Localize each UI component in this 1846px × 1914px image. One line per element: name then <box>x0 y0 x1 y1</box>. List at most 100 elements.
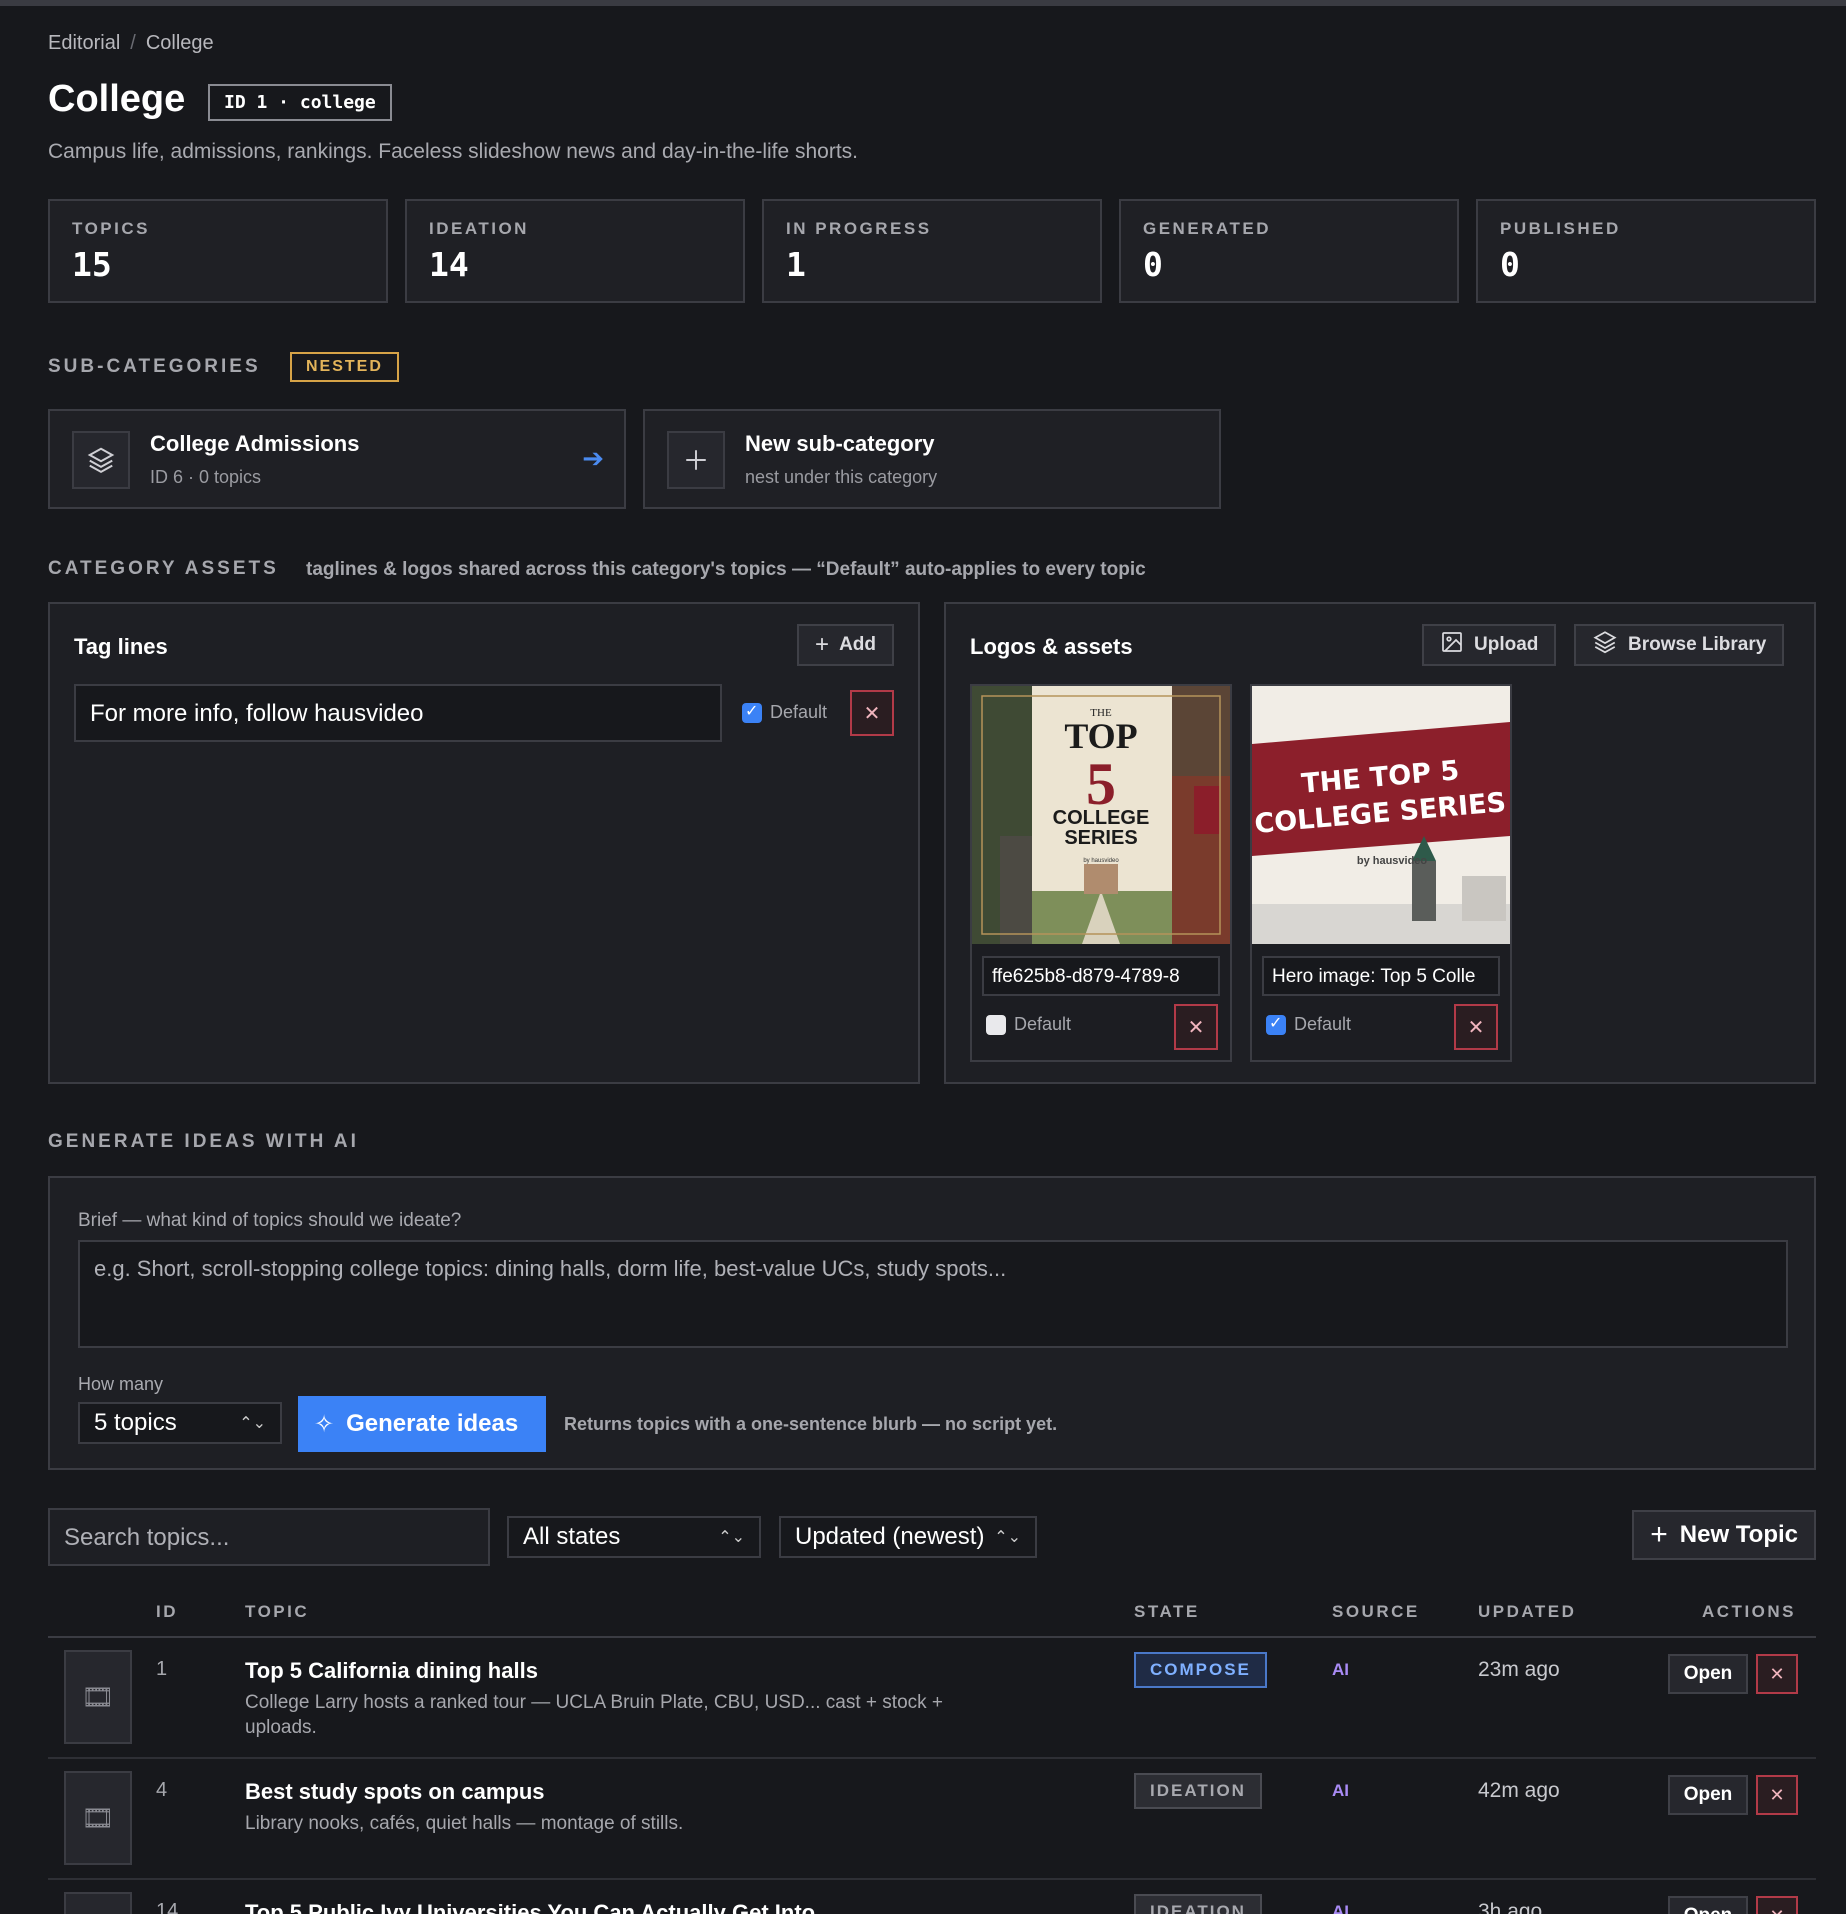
page-title: College <box>48 78 186 120</box>
nested-badge: NESTED <box>290 352 399 382</box>
search-input[interactable]: Search topics... <box>48 1508 490 1566</box>
checkbox-checked-icon[interactable] <box>742 701 762 723</box>
subcategory-subtitle: ID 6 · 0 topics <box>150 467 262 487</box>
new-topic-label: New Topic <box>1679 1521 1798 1548</box>
stat-label: IN PROGRESS <box>786 219 932 238</box>
upload-button[interactable]: Upload <box>1422 624 1557 666</box>
column-header-id[interactable]: ID <box>156 1602 178 1622</box>
logo-default-toggle[interactable]: Default <box>986 1014 1071 1035</box>
topic-title[interactable]: Top 5 California dining halls <box>245 1658 538 1684</box>
stat-topics: TOPICS 15 <box>48 199 388 303</box>
logo-thumbnail-hero-image[interactable]: THE TOP 5 COLLEGE SERIES by hausvideo <box>1252 686 1510 944</box>
how-many-value: 5 topics <box>94 1409 177 1436</box>
source-label: AI <box>1332 1660 1349 1679</box>
column-header-updated[interactable]: UPDATED <box>1478 1602 1576 1622</box>
arrow-right-icon: ➔ <box>582 443 604 473</box>
logo-thumbnail-top5-series[interactable]: THE TOP 5 COLLEGE SERIES by hausvideo <box>972 686 1230 944</box>
art-series: SERIES <box>1064 827 1137 849</box>
brief-textarea[interactable]: e.g. Short, scroll-stopping college topi… <box>78 1240 1788 1348</box>
tagline-default-toggle[interactable]: Default <box>742 701 827 723</box>
status-badge: IDEATION <box>1134 1894 1262 1914</box>
stats-row: TOPICS 15 IDEATION 14 IN PROGRESS 1 GENERAT… <box>48 199 1816 303</box>
open-button[interactable]: Open <box>1668 1775 1748 1815</box>
open-button[interactable]: Open <box>1668 1654 1748 1694</box>
table-row[interactable]: 🎞 14 Top 5 Public Ivy Universities You C… <box>48 1880 1816 1914</box>
chevron-up-down-icon: ⌃⌄ <box>718 1529 745 1546</box>
film-icon: 🎞 <box>64 1650 132 1744</box>
checkbox-unchecked-icon[interactable] <box>986 1014 1006 1035</box>
plus-icon: + <box>1650 1518 1668 1551</box>
source-label: AI <box>1332 1781 1349 1800</box>
generate-panel: Brief — what kind of topics should we id… <box>48 1176 1816 1470</box>
generate-ideas-button[interactable]: ✧ Generate ideas <box>298 1396 546 1452</box>
category-description: Campus life, admissions, rankings. Facel… <box>48 140 859 163</box>
generate-heading: GENERATE IDEAS WITH AI <box>48 1131 359 1152</box>
column-header-source[interactable]: SOURCE <box>1332 1602 1420 1622</box>
close-icon: ✕ <box>1187 1016 1205 1039</box>
stat-value: 14 <box>429 245 469 284</box>
default-label: Default <box>1014 1014 1072 1034</box>
subcategory-title: College Admissions <box>150 431 360 456</box>
close-icon: ✕ <box>863 702 881 725</box>
logo-caption-input[interactable]: ffe625b8-d879-4789-8 <box>982 956 1220 996</box>
open-button[interactable]: Open <box>1668 1896 1748 1914</box>
new-subcategory-card[interactable]: New sub-category nest under this categor… <box>643 409 1221 509</box>
delete-topic-button[interactable]: ✕ <box>1756 1775 1798 1815</box>
stat-in-progress: IN PROGRESS 1 <box>762 199 1102 303</box>
delete-topic-button[interactable]: ✕ <box>1756 1896 1798 1914</box>
delete-logo-button[interactable]: ✕ <box>1454 1004 1498 1050</box>
column-header-state[interactable]: STATE <box>1134 1602 1200 1622</box>
source-label: AI <box>1332 1902 1349 1914</box>
breadcrumb-item-editorial[interactable]: Editorial <box>48 32 120 54</box>
art-college: COLLEGE <box>1053 807 1150 829</box>
stat-label: PUBLISHED <box>1500 219 1621 238</box>
image-icon <box>1440 630 1464 660</box>
generate-ideas-label: Generate ideas <box>346 1410 519 1437</box>
state-filter-select[interactable]: All states ⌃⌄ <box>507 1516 761 1558</box>
updated-time: 42m ago <box>1478 1779 1560 1802</box>
status-badge: IDEATION <box>1134 1773 1262 1809</box>
logo-card: THE TOP 5 COLLEGE SERIES by hausvideo He… <box>1250 684 1512 1062</box>
close-icon: ✕ <box>1769 1906 1784 1914</box>
taglines-panel: Tag lines + Add For more info, follow hau… <box>48 602 920 1084</box>
new-subcategory-title: New sub-category <box>745 431 935 456</box>
delete-tagline-button[interactable]: ✕ <box>850 690 894 736</box>
close-icon: ✕ <box>1467 1016 1485 1039</box>
new-topic-button[interactable]: + New Topic <box>1632 1510 1816 1560</box>
delete-logo-button[interactable]: ✕ <box>1174 1004 1218 1050</box>
art-brand: by hausvideo <box>1083 858 1119 864</box>
stat-label: GENERATED <box>1143 219 1271 238</box>
stat-value: 15 <box>72 245 112 284</box>
sort-select[interactable]: Updated (newest) ⌃⌄ <box>779 1516 1037 1558</box>
sparkles-icon: ✧ <box>314 1410 335 1438</box>
checkbox-checked-icon[interactable] <box>1266 1013 1286 1035</box>
chevron-up-down-icon: ⌃⌄ <box>239 1415 266 1432</box>
table-row[interactable]: 🎞 1 Top 5 California dining halls Colleg… <box>48 1638 1816 1759</box>
table-row[interactable]: 🎞 4 Best study spots on campus Library n… <box>48 1759 1816 1880</box>
close-icon: ✕ <box>1769 1663 1785 1684</box>
add-tagline-button[interactable]: + Add <box>797 624 894 666</box>
column-header-topic[interactable]: TOPIC <box>245 1602 309 1622</box>
plus-icon: + <box>815 631 830 658</box>
category-id-tag: ID 1 · college <box>208 84 392 121</box>
updated-time: 23m ago <box>1478 1658 1560 1681</box>
topic-id: 1 <box>156 1658 168 1680</box>
breadcrumb-item-college: College <box>145 32 214 54</box>
topic-title[interactable]: Top 5 Public Ivy Universities You Can Ac… <box>245 1900 815 1914</box>
stat-label: IDEATION <box>429 219 529 238</box>
topic-id: 4 <box>156 1779 168 1801</box>
subcategory-card-college-admissions[interactable]: College Admissions ID 6 · 0 topics ➔ <box>48 409 626 509</box>
layers-icon <box>72 431 130 489</box>
topic-blurb: Library nooks, cafés, quiet halls — mont… <box>245 1813 684 1834</box>
logo-default-toggle[interactable]: Default <box>1266 1013 1351 1035</box>
upload-label: Upload <box>1474 634 1539 655</box>
delete-topic-button[interactable]: ✕ <box>1756 1654 1798 1694</box>
browse-library-button[interactable]: Browse Library <box>1574 624 1785 666</box>
logo-caption-input[interactable]: Hero image: Top 5 Colle <box>1262 956 1500 996</box>
topic-title[interactable]: Best study spots on campus <box>245 1779 545 1805</box>
tagline-input[interactable]: For more info, follow hausvideo <box>74 684 722 742</box>
art-top: TOP <box>1064 716 1137 756</box>
logos-title: Logos & assets <box>970 634 1133 659</box>
how-many-select[interactable]: 5 topics ⌃⌄ <box>78 1402 282 1444</box>
stat-ideation: IDEATION 14 <box>405 199 745 303</box>
